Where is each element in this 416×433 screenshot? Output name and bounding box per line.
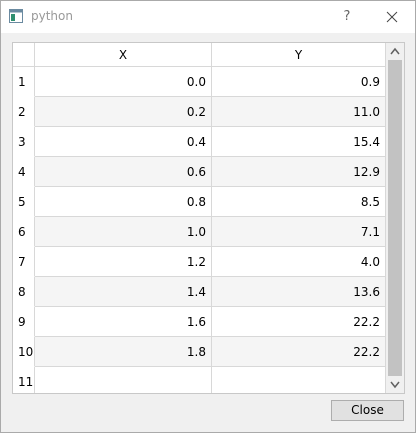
table-row[interactable]: 7 1.2 4.0 — [13, 247, 386, 277]
cell-x[interactable]: 0.2 — [35, 97, 212, 127]
column-header-y[interactable]: Y — [212, 43, 386, 67]
close-button[interactable]: Close — [331, 400, 404, 421]
cell-x[interactable]: 1.6 — [35, 307, 212, 337]
table-row[interactable]: 8 1.4 13.6 — [13, 277, 386, 307]
close-icon[interactable] — [379, 7, 405, 27]
cell-y[interactable]: 8.5 — [212, 187, 386, 217]
cell-x[interactable]: 1.0 — [35, 217, 212, 247]
row-number[interactable]: 7 — [13, 247, 35, 277]
cell-y[interactable]: 13.6 — [212, 277, 386, 307]
table-row[interactable]: 2 0.2 11.0 — [13, 97, 386, 127]
column-header-x[interactable]: X — [35, 43, 212, 67]
chevron-up-icon[interactable] — [386, 43, 404, 60]
scrollbar-thumb[interactable] — [388, 60, 402, 376]
row-number[interactable]: 10 — [13, 337, 35, 367]
cell-y[interactable]: 0.9 — [212, 67, 386, 97]
row-number[interactable]: 1 — [13, 67, 35, 97]
table-row[interactable]: 4 0.6 12.9 — [13, 157, 386, 187]
row-number[interactable]: 2 — [13, 97, 35, 127]
row-number[interactable]: 5 — [13, 187, 35, 217]
cell-y[interactable]: 15.4 — [212, 127, 386, 157]
cell-y[interactable] — [212, 367, 386, 393]
cell-x[interactable]: 0.0 — [35, 67, 212, 97]
row-number[interactable]: 3 — [13, 127, 35, 157]
table-row[interactable]: 1 0.0 0.9 — [13, 67, 386, 97]
cell-y[interactable]: 11.0 — [212, 97, 386, 127]
row-number[interactable]: 11 — [13, 367, 35, 393]
cell-x[interactable]: 0.4 — [35, 127, 212, 157]
row-number[interactable]: 8 — [13, 277, 35, 307]
cell-y[interactable]: 22.2 — [212, 307, 386, 337]
table-row[interactable]: 9 1.6 22.2 — [13, 307, 386, 337]
table-row[interactable]: 10 1.8 22.2 — [13, 337, 386, 367]
table-row[interactable]: 11 — [13, 367, 386, 393]
cell-x[interactable]: 0.8 — [35, 187, 212, 217]
help-button[interactable]: ? — [335, 7, 359, 27]
cell-y[interactable]: 4.0 — [212, 247, 386, 277]
vertical-scrollbar[interactable] — [386, 43, 404, 393]
cell-y[interactable]: 12.9 — [212, 157, 386, 187]
table-row[interactable]: 6 1.0 7.1 — [13, 217, 386, 247]
data-table[interactable]: X Y 1 0.0 0.9 2 0.2 11.0 3 0.4 15.4 4 0.… — [12, 42, 405, 394]
cell-x[interactable] — [35, 367, 212, 393]
window-title: python — [31, 9, 73, 23]
table-body: 1 0.0 0.9 2 0.2 11.0 3 0.4 15.4 4 0.6 12… — [13, 67, 386, 393]
table-row[interactable]: 3 0.4 15.4 — [13, 127, 386, 157]
cell-y[interactable]: 22.2 — [212, 337, 386, 367]
cell-x[interactable]: 1.8 — [35, 337, 212, 367]
row-number[interactable]: 9 — [13, 307, 35, 337]
chevron-down-icon[interactable] — [386, 376, 404, 393]
table-row[interactable]: 5 0.8 8.5 — [13, 187, 386, 217]
cell-y[interactable]: 7.1 — [212, 217, 386, 247]
app-window-icon — [9, 9, 23, 23]
row-number[interactable]: 6 — [13, 217, 35, 247]
cell-x[interactable]: 1.2 — [35, 247, 212, 277]
cell-x[interactable]: 1.4 — [35, 277, 212, 307]
row-number[interactable]: 4 — [13, 157, 35, 187]
title-bar[interactable]: python ? — [1, 1, 415, 33]
table-corner[interactable] — [13, 43, 35, 67]
cell-x[interactable]: 0.6 — [35, 157, 212, 187]
dialog-window: python ? X Y 1 0.0 0.9 2 0.2 11.0 3 0.4 — [0, 0, 416, 433]
